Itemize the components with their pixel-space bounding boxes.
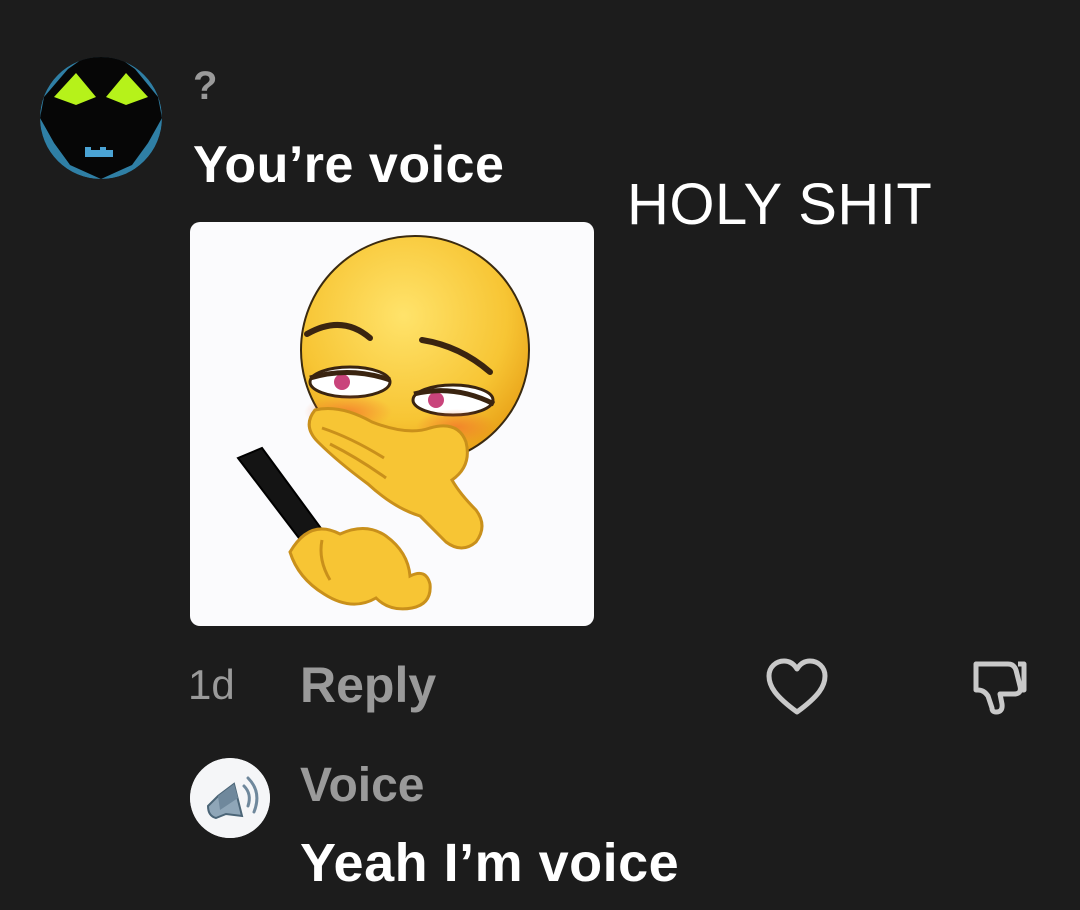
speaker-icon: [190, 758, 270, 838]
overlay-caption: HOLY SHIT: [627, 172, 933, 237]
heart-icon: [766, 658, 828, 715]
reply-button[interactable]: Reply: [300, 656, 436, 714]
comment-username[interactable]: Voice: [300, 758, 425, 814]
avatar[interactable]: [40, 57, 162, 179]
like-button[interactable]: [765, 658, 829, 718]
comment-text: You’re voice: [193, 136, 505, 194]
sticker-attachment[interactable]: [190, 222, 594, 626]
blushing-emoji-phone-sticker: [236, 235, 530, 611]
avatar[interactable]: [190, 758, 270, 838]
creature-avatar-icon: [40, 57, 162, 179]
dislike-button[interactable]: [962, 652, 1032, 722]
comment-username[interactable]: ?: [193, 64, 217, 108]
comment-timestamp: 1d: [188, 661, 235, 708]
comment-text: Yeah I’m voice: [300, 833, 680, 893]
thumbs-down-icon: [973, 661, 1027, 715]
